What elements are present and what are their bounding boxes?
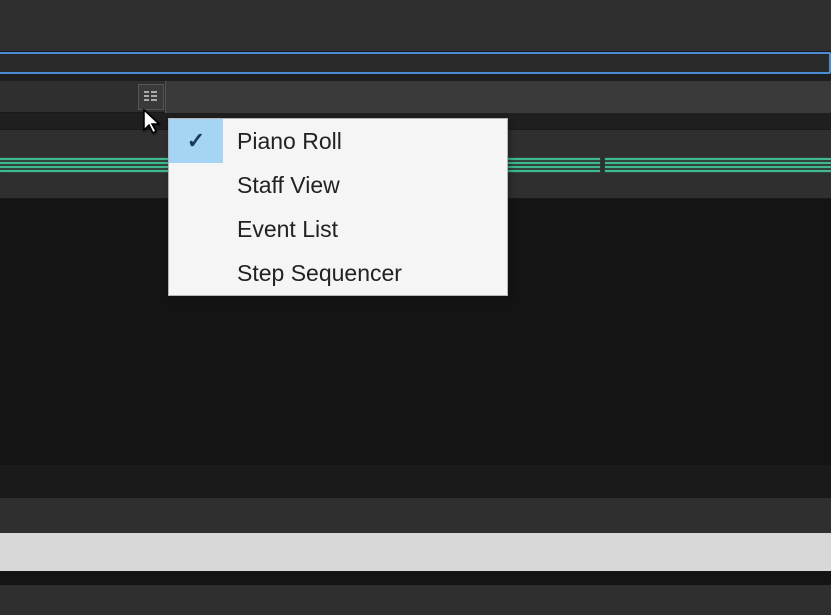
bottom-spacer <box>0 498 831 533</box>
track-label-area[interactable] <box>165 81 831 113</box>
view-mode-button[interactable] <box>138 84 164 110</box>
menu-check-event-list <box>169 207 223 251</box>
bottom-panel <box>0 498 831 615</box>
view-mode-icon <box>143 89 159 105</box>
menu-item-staff-view[interactable]: Staff View <box>169 163 507 207</box>
divider <box>0 74 831 81</box>
top-toolbar-area <box>0 0 831 52</box>
menu-item-piano-roll[interactable]: ✓ Piano Roll <box>169 119 507 163</box>
menu-item-step-sequencer[interactable]: Step Sequencer <box>169 251 507 295</box>
menu-label-step-sequencer: Step Sequencer <box>223 260 507 287</box>
menu-check-piano-roll: ✓ <box>169 119 223 163</box>
bottom-black-strip <box>0 571 831 585</box>
menu-label-event-list: Event List <box>223 216 507 243</box>
timeline-ruler-selected[interactable] <box>0 52 831 74</box>
view-mode-context-menu: ✓ Piano Roll Staff View Event List Step … <box>168 118 508 296</box>
menu-label-piano-roll: Piano Roll <box>223 128 507 155</box>
menu-label-staff-view: Staff View <box>223 172 507 199</box>
checkmark-icon: ✓ <box>187 128 205 154</box>
menu-check-staff-view <box>169 163 223 207</box>
status-bar <box>0 585 831 615</box>
scrollbar-area[interactable] <box>0 533 831 571</box>
menu-item-event-list[interactable]: Event List <box>169 207 507 251</box>
menu-check-step-sequencer <box>169 251 223 295</box>
track-header-row <box>0 81 831 113</box>
